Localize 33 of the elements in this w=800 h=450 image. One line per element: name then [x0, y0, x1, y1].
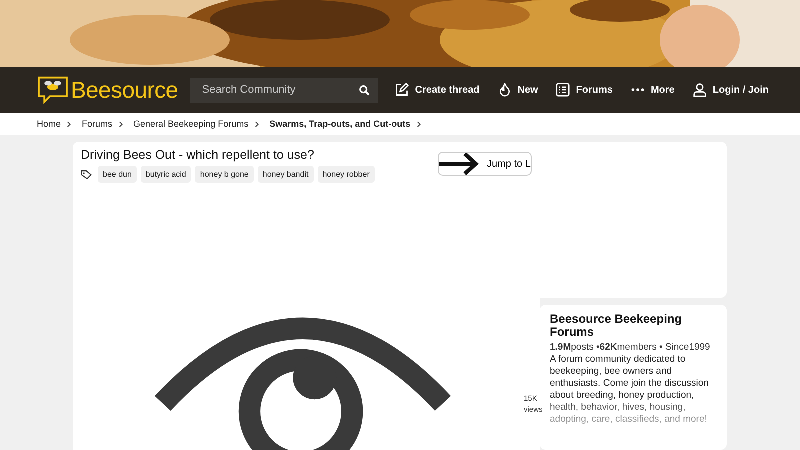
- nav-link[interactable]: New: [498, 83, 538, 97]
- chevron-icon: [416, 120, 422, 128]
- bee-icon: [37, 76, 69, 104]
- logo[interactable]: Beesource: [37, 76, 178, 104]
- thread-title: Driving Bees Out - which repellent to use?: [81, 148, 316, 162]
- nav-link[interactable]: Create thread: [395, 83, 480, 97]
- breadcrumb-link[interactable]: General Beekeeping Forums: [134, 119, 249, 129]
- search-icon: [359, 84, 370, 96]
- tag[interactable]: honey bandit: [258, 166, 314, 183]
- breadcrumb-link[interactable]: Home: [37, 119, 62, 129]
- list-icon: [556, 83, 570, 97]
- breadcrumb-link[interactable]: Forums: [82, 119, 113, 129]
- jump-button[interactable]: Jump to L: [438, 152, 532, 176]
- tag-icon: [81, 170, 92, 180]
- breadcrumb-link[interactable]: Swarms, Trap-outs, and Cut-outs: [270, 119, 411, 129]
- chevron-icon: [118, 120, 124, 128]
- tag[interactable]: bee dun: [98, 166, 137, 183]
- community-description: A forum community dedicated to beekeeping, bee owners and enthusiasts. Come join the discussion about breeding, honey production, health, behavior, hives, housing, adopting, care, classifieds, and more!: [550, 354, 710, 426]
- arrow-icon: [439, 153, 481, 175]
- search-field[interactable]: Search Community: [190, 78, 378, 102]
- chevron-icon: [67, 120, 72, 128]
- user-icon: [692, 83, 707, 97]
- tag[interactable]: honey robber: [318, 166, 375, 183]
- tag[interactable]: butyric acid: [140, 166, 192, 183]
- flame-icon: [498, 83, 512, 97]
- nav-link[interactable]: Forums: [556, 83, 613, 97]
- community-stats: 1.9Mposts •62Kmembers • Since1999: [550, 342, 712, 354]
- tag[interactable]: honey b gone: [195, 166, 254, 183]
- chevron-icon: [254, 120, 260, 128]
- nav-link[interactable]: More: [630, 83, 675, 97]
- community-title: Beesource Beekeeping Forums: [550, 313, 684, 340]
- nav-link[interactable]: Login / Join: [692, 83, 769, 97]
- edit-icon: [395, 83, 410, 97]
